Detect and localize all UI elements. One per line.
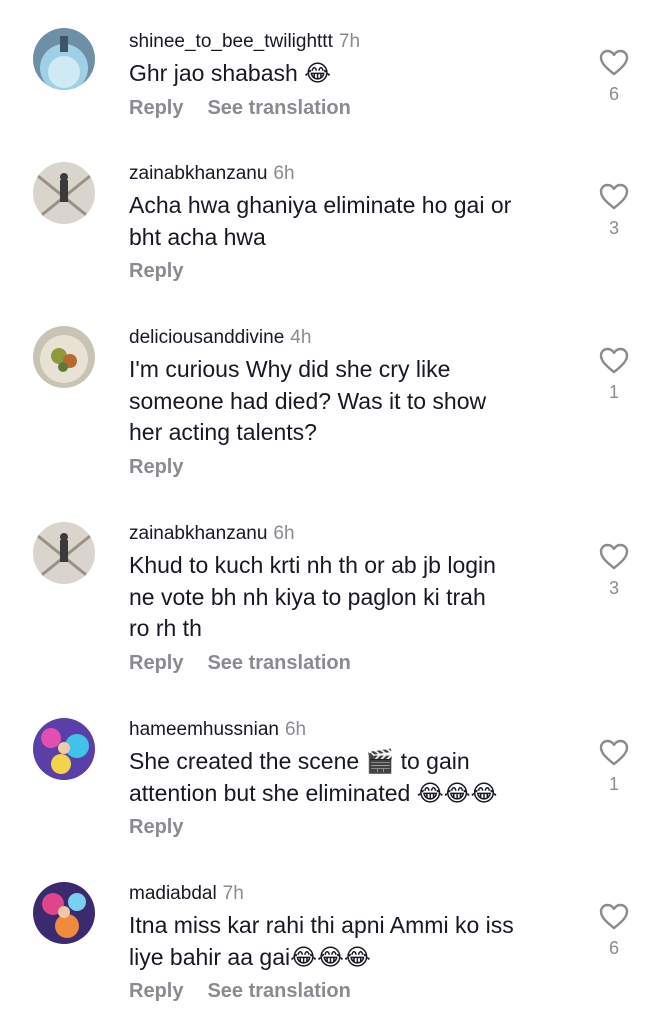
like-count: 1 bbox=[608, 382, 619, 402]
comment-username[interactable]: zainabkhanzanu bbox=[129, 163, 267, 184]
heart-outline-icon bbox=[599, 739, 629, 766]
reply-button[interactable]: Reply bbox=[129, 976, 183, 1006]
avatar[interactable] bbox=[33, 522, 95, 584]
reply-button[interactable]: Reply bbox=[129, 648, 183, 678]
heart-outline-icon bbox=[599, 49, 629, 76]
avatar[interactable] bbox=[33, 718, 95, 780]
comment-text: Ghr jao shabash 😂 bbox=[129, 60, 332, 86]
comment-text: She created the scene 🎬 to gain attentio… bbox=[129, 748, 498, 806]
avatar[interactable] bbox=[33, 162, 95, 224]
comment-text: I'm curious Why did she cry like someone… bbox=[129, 356, 487, 445]
reply-button[interactable]: Reply bbox=[129, 452, 183, 482]
comment-text: Khud to kuch krti nh th or ab jb login n… bbox=[129, 552, 496, 641]
avatar[interactable] bbox=[33, 882, 95, 944]
comment-username[interactable]: zainabkhanzanu bbox=[129, 523, 267, 544]
reply-button[interactable]: Reply bbox=[129, 256, 183, 286]
like-count: 6 bbox=[608, 84, 619, 104]
comment-time: 7h bbox=[338, 31, 361, 52]
heart-outline-icon bbox=[599, 903, 629, 930]
like-button[interactable]: 1 bbox=[592, 347, 636, 403]
see-translation-button[interactable]: See translation bbox=[207, 976, 350, 1006]
avatar[interactable] bbox=[33, 28, 95, 90]
heart-outline-icon bbox=[599, 347, 629, 374]
comment-username[interactable]: madiabdal bbox=[129, 883, 217, 904]
comment-username[interactable]: deliciousanddivine bbox=[129, 327, 284, 348]
like-count: 3 bbox=[608, 218, 619, 238]
like-button[interactable]: 1 bbox=[592, 739, 636, 795]
like-count: 6 bbox=[608, 938, 619, 958]
reply-button[interactable]: Reply bbox=[129, 812, 183, 842]
comment-text: Acha hwa ghaniya eliminate ho gai or bht… bbox=[129, 192, 512, 250]
comment-time: 6h bbox=[273, 163, 295, 184]
like-count: 3 bbox=[608, 578, 619, 598]
comment-username[interactable]: hameemhussnian bbox=[129, 719, 279, 740]
heart-outline-icon bbox=[599, 543, 629, 570]
see-translation-button[interactable]: See translation bbox=[207, 93, 350, 123]
reply-button[interactable]: Reply bbox=[129, 93, 183, 123]
avatar[interactable] bbox=[33, 326, 95, 388]
comment-time: 7h bbox=[222, 883, 244, 904]
comment-time: 6h bbox=[273, 523, 295, 544]
comment-username[interactable]: shinee_to_bee_twilighttt bbox=[129, 31, 333, 52]
comment-time: 6h bbox=[284, 719, 307, 740]
heart-outline-icon bbox=[599, 183, 629, 210]
see-translation-button[interactable]: See translation bbox=[207, 648, 350, 678]
like-count: 1 bbox=[608, 774, 619, 794]
like-button[interactable]: 3 bbox=[592, 543, 636, 599]
like-button[interactable]: 6 bbox=[592, 49, 636, 105]
comment-time: 4h bbox=[290, 327, 312, 348]
like-button[interactable]: 6 bbox=[592, 903, 636, 959]
comment-text: Itna miss kar rahi thi apni Ammi ko iss … bbox=[129, 912, 514, 970]
like-button[interactable]: 3 bbox=[592, 183, 636, 239]
